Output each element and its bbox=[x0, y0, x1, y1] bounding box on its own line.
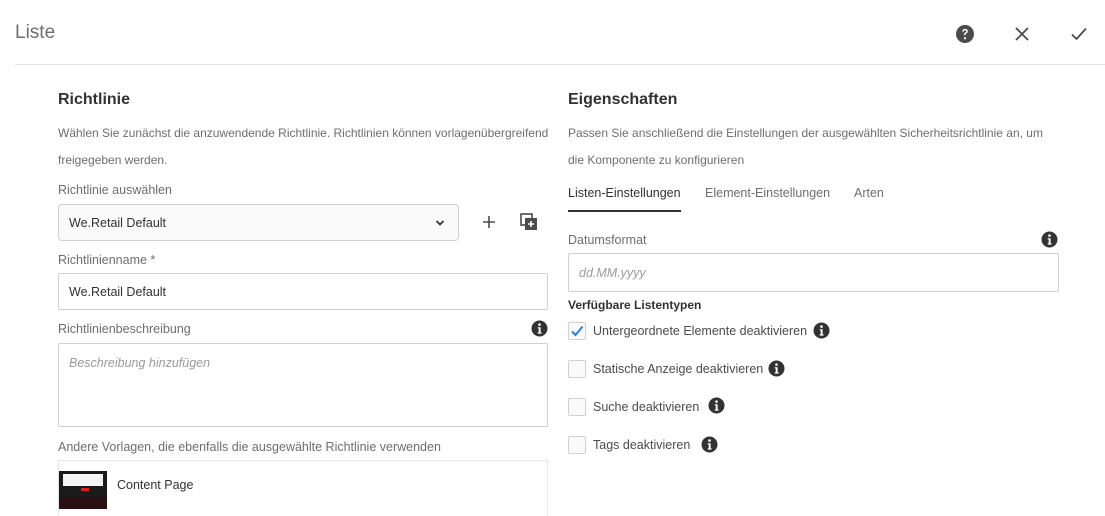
chevron-down-icon bbox=[435, 220, 445, 226]
checkbox-search-label: Suche deaktivieren bbox=[593, 400, 700, 414]
policy-name-value: We.Retail Default bbox=[69, 285, 167, 299]
template-item[interactable]: Content Page bbox=[59, 461, 547, 509]
policy-name-label: Richtlinienname * bbox=[58, 253, 156, 267]
checkbox-static-box[interactable] bbox=[568, 360, 586, 378]
policy-description: Wählen Sie zunächst die anzuwendende Ric… bbox=[58, 126, 549, 167]
templates-list: Content Page bbox=[58, 460, 548, 516]
checkbox-tags-label: Tags deaktivieren bbox=[593, 438, 691, 452]
policy-description-placeholder: Beschreibung hinzufügen bbox=[69, 356, 211, 370]
properties-description: Passen Sie anschließend die Einstellunge… bbox=[568, 126, 1043, 167]
duplicate-icon bbox=[520, 213, 537, 230]
checkmark-icon bbox=[1071, 27, 1087, 41]
policy-name-input[interactable]: We.Retail Default bbox=[58, 273, 548, 310]
date-format-placeholder: dd.MM.yyyy bbox=[579, 266, 646, 280]
tab-item-settings[interactable]: Element-Einstellungen bbox=[705, 186, 830, 212]
policy-select-value: We.Retail Default bbox=[69, 216, 167, 230]
policy-select-label: Richtlinie auswählen bbox=[58, 183, 172, 197]
checkmark-icon bbox=[571, 325, 584, 337]
duplicate-policy-button[interactable] bbox=[518, 211, 540, 233]
tab-list-settings[interactable]: Listen-Einstellungen bbox=[568, 186, 681, 212]
close-button[interactable] bbox=[1010, 22, 1034, 46]
policy-description-label: Richtlinienbeschreibung bbox=[58, 322, 191, 336]
header-divider bbox=[15, 64, 1105, 65]
date-format-input[interactable]: dd.MM.yyyy bbox=[568, 253, 1059, 292]
dialog-header: Liste bbox=[0, 0, 1105, 66]
help-icon bbox=[956, 25, 974, 43]
dialog-title: Liste bbox=[15, 22, 56, 43]
date-format-label: Datumsformat bbox=[568, 233, 647, 247]
templates-label: Andere Vorlagen, die ebenfalls die ausge… bbox=[58, 440, 441, 454]
info-icon[interactable] bbox=[768, 360, 785, 377]
properties-heading: Eigenschaften bbox=[568, 91, 678, 108]
policy-heading: Richtlinie bbox=[58, 91, 131, 108]
checkbox-children-label: Untergeordnete Elemente deaktivieren bbox=[593, 324, 808, 338]
info-icon[interactable] bbox=[531, 320, 548, 337]
close-icon bbox=[1015, 27, 1029, 41]
help-button[interactable] bbox=[953, 22, 977, 46]
add-policy-button[interactable] bbox=[478, 211, 500, 233]
done-button[interactable] bbox=[1067, 22, 1091, 46]
policy-description-textarea[interactable]: Beschreibung hinzufügen bbox=[58, 343, 548, 427]
info-icon[interactable] bbox=[708, 397, 725, 414]
policy-select[interactable]: We.Retail Default bbox=[58, 204, 459, 241]
info-icon[interactable] bbox=[813, 322, 830, 339]
checkbox-children-box[interactable] bbox=[568, 322, 586, 340]
checkbox-search-box[interactable] bbox=[568, 398, 586, 416]
info-icon[interactable] bbox=[701, 436, 718, 453]
list-types-label: Verfügbare Listentypen bbox=[568, 298, 702, 312]
checkbox-tags-box[interactable] bbox=[568, 436, 586, 454]
template-thumbnail bbox=[59, 461, 107, 509]
template-name: Content Page bbox=[117, 478, 194, 492]
tab-styles[interactable]: Arten bbox=[854, 186, 884, 212]
plus-icon bbox=[483, 216, 495, 228]
checkbox-static-label: Statische Anzeige deaktivieren bbox=[593, 362, 764, 376]
info-icon[interactable] bbox=[1041, 231, 1058, 248]
